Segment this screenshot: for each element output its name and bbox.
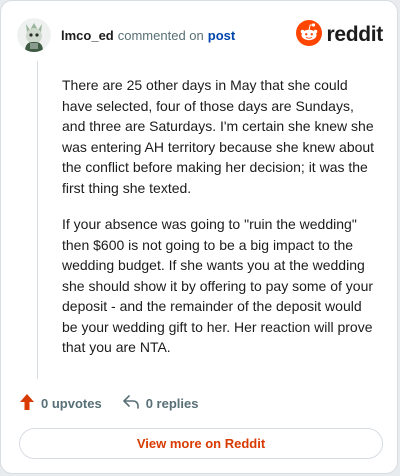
reddit-brand-link[interactable]: reddit xyxy=(296,19,383,51)
replies-count: 0 replies xyxy=(145,396,199,411)
comment-meta: lmco_ed commented on post xyxy=(61,28,235,43)
comment-body: There are 25 other days in May that she … xyxy=(62,75,380,374)
user-avatar[interactable] xyxy=(17,18,51,52)
replies-button[interactable]: 0 replies xyxy=(122,394,199,413)
post-link[interactable]: post xyxy=(208,28,235,43)
reddit-wordmark: reddit xyxy=(326,23,383,46)
action-text: commented on xyxy=(117,27,204,43)
username[interactable]: lmco_ed xyxy=(61,28,114,43)
thread-line xyxy=(37,61,38,379)
comment-header: lmco_ed commented on post reddit xyxy=(17,15,383,55)
view-more-on-reddit-button[interactable]: View more on Reddit xyxy=(19,428,383,459)
comment-paragraph: There are 25 other days in May that she … xyxy=(62,77,375,196)
reddit-snoo-icon xyxy=(296,19,323,51)
comment-paragraph: If your absence was going to "ruin the w… xyxy=(62,216,374,355)
embedded-comment-card: lmco_ed commented on post reddit There a… xyxy=(0,0,398,474)
upvote-arrow-icon xyxy=(19,393,35,414)
comment-actions: 0 upvotes 0 replies xyxy=(19,393,198,414)
upvote-button[interactable]: 0 upvotes xyxy=(19,393,102,414)
upvote-count: 0 upvotes xyxy=(41,396,102,411)
reply-arrow-icon xyxy=(122,394,140,413)
